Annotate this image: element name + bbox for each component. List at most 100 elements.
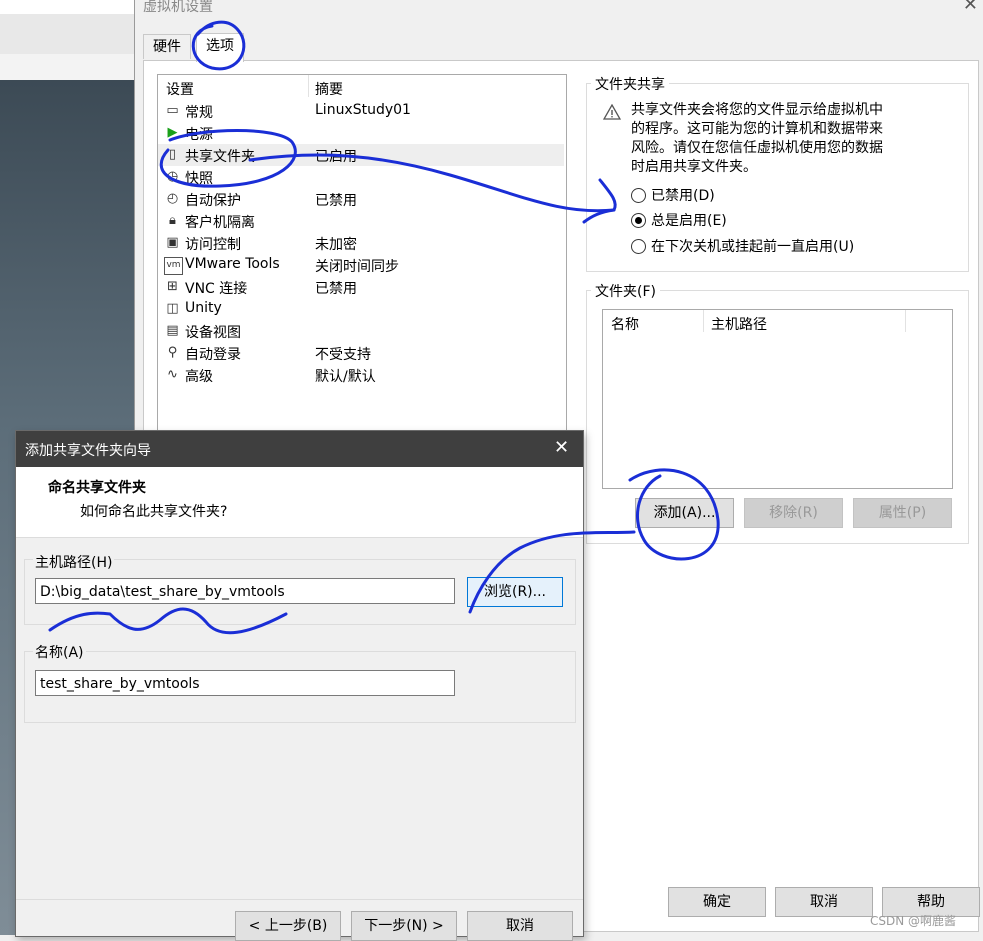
settings-row[interactable]: ◫ Unity bbox=[158, 298, 564, 320]
settings-row[interactable]: ◴ 自动保护 已禁用 bbox=[158, 188, 564, 210]
radio-button-checked[interactable] bbox=[631, 213, 646, 228]
settings-row[interactable]: ▭ 常规 LinuxStudy01 bbox=[158, 100, 564, 122]
unity-icon: ◫ bbox=[166, 301, 179, 316]
folder-sharing-title: 文件夹共享 bbox=[591, 74, 669, 94]
warning-text-line: 的程序。这可能为您的计算机和数据带来 bbox=[631, 121, 883, 137]
warning-text-line: 时启用共享文件夹。 bbox=[631, 159, 757, 175]
shared-folder-icon: ▯ bbox=[168, 147, 177, 162]
settings-item-summary: 已禁用 bbox=[315, 281, 357, 297]
settings-row[interactable]: vm VMware Tools 关闭时间同步 bbox=[158, 254, 564, 276]
settings-item-name: 电源 bbox=[185, 127, 213, 143]
autoprotect-icon: ◴ bbox=[166, 191, 179, 206]
column-divider bbox=[703, 310, 704, 332]
wizard-subheading: 如何命名此共享文件夹? bbox=[80, 504, 228, 520]
column-header-host-path[interactable]: 主机路径 bbox=[711, 314, 767, 334]
settings-row[interactable]: ◷ 快照 bbox=[158, 166, 564, 188]
folders-table[interactable]: 名称 主机路径 bbox=[602, 309, 953, 489]
tab-options[interactable]: 选项 bbox=[196, 33, 244, 62]
settings-row[interactable]: 🔒︎ 客户机隔离 bbox=[158, 210, 564, 232]
wizard-heading: 命名共享文件夹 bbox=[48, 480, 146, 496]
close-icon[interactable]: ✕ bbox=[554, 437, 569, 458]
settings-item-name: 自动登录 bbox=[185, 347, 241, 363]
radio-button[interactable] bbox=[631, 239, 646, 254]
device-view-icon: ▤ bbox=[166, 323, 179, 338]
settings-item-summary: 默认/默认 bbox=[315, 369, 376, 385]
settings-item-name: 共享文件夹 bbox=[185, 149, 255, 165]
general-icon: ▭ bbox=[166, 103, 179, 118]
column-divider bbox=[905, 310, 906, 332]
settings-item-summary: 关闭时间同步 bbox=[315, 259, 399, 275]
settings-item-name: 客户机隔离 bbox=[185, 215, 255, 231]
tab-hardware[interactable]: 硬件 bbox=[143, 34, 191, 59]
settings-item-name: 常规 bbox=[185, 105, 213, 121]
divider bbox=[16, 899, 583, 900]
settings-row[interactable]: ⚲ 自动登录 不受支持 bbox=[158, 342, 564, 364]
column-divider bbox=[308, 75, 309, 97]
column-header-setting[interactable]: 设置 bbox=[166, 79, 194, 99]
column-header-summary[interactable]: 摘要 bbox=[315, 79, 343, 99]
settings-row[interactable]: ⊞ VNC 连接 已禁用 bbox=[158, 276, 564, 298]
background-topbar bbox=[0, 0, 134, 14]
host-path-label: 主机路径(H) bbox=[33, 552, 115, 572]
wizard-cancel-button[interactable]: 取消 bbox=[467, 911, 573, 941]
warning-text-line: 风险。请仅在您信任虚拟机使用您的数据 bbox=[631, 140, 883, 156]
name-group: 名称(A) test_share_by_vmtools bbox=[24, 642, 576, 723]
settings-row[interactable]: ▯ 共享文件夹 已启用 bbox=[158, 144, 564, 166]
warning-icon bbox=[602, 103, 622, 122]
dialog-title: 虚拟机设置 bbox=[143, 0, 213, 15]
folder-sharing-group: 文件夹共享 共享文件夹会将您的文件显示给虚拟机中 的程序。这可能为您的计算机和数… bbox=[586, 74, 969, 272]
vmware-tools-icon: vm bbox=[164, 257, 183, 275]
cancel-button[interactable]: 取消 bbox=[775, 887, 873, 917]
wizard-header: 命名共享文件夹 如何命名此共享文件夹? bbox=[16, 467, 583, 538]
settings-item-name: 快照 bbox=[185, 171, 213, 187]
settings-item-name: Unity bbox=[185, 300, 222, 316]
settings-item-summary: 已禁用 bbox=[315, 193, 357, 209]
remove-folder-button[interactable]: 移除(R) bbox=[744, 498, 843, 528]
warning-text-line: 共享文件夹会将您的文件显示给虚拟机中 bbox=[631, 102, 883, 118]
background-toolbar bbox=[0, 14, 134, 54]
settings-row[interactable]: ▤ 设备视图 bbox=[158, 320, 564, 342]
power-icon: ▶ bbox=[167, 125, 178, 140]
wizard-title: 添加共享文件夹向导 bbox=[25, 443, 151, 459]
close-icon[interactable]: ✕ bbox=[963, 0, 978, 15]
advanced-icon: ∿ bbox=[167, 367, 178, 382]
settings-item-name: VNC 连接 bbox=[185, 281, 248, 297]
vnc-icon: ⊞ bbox=[167, 279, 178, 294]
snapshot-icon: ◷ bbox=[166, 169, 179, 184]
folders-group: 文件夹(F) 名称 主机路径 添加(A)... 移除(R) 属性(P) bbox=[586, 281, 969, 544]
radio-label[interactable]: 总是启用(E) bbox=[651, 210, 727, 230]
radio-label[interactable]: 在下次关机或挂起前一直启用(U) bbox=[651, 236, 854, 256]
column-header-name[interactable]: 名称 bbox=[611, 314, 639, 334]
settings-item-name: VMware Tools bbox=[185, 256, 280, 272]
autologin-icon: ⚲ bbox=[167, 345, 178, 360]
settings-item-name: 设备视图 bbox=[185, 325, 241, 341]
settings-item-summary: 未加密 bbox=[315, 237, 357, 253]
settings-item-name: 高级 bbox=[185, 369, 213, 385]
settings-item-summary: 已启用 bbox=[315, 149, 357, 165]
settings-row[interactable]: ▣ 访问控制 未加密 bbox=[158, 232, 564, 254]
name-label: 名称(A) bbox=[33, 642, 86, 662]
add-folder-button[interactable]: 添加(A)... bbox=[635, 498, 734, 528]
add-shared-folder-wizard: 添加共享文件夹向导 ✕ 命名共享文件夹 如何命名此共享文件夹? 主机路径(H) … bbox=[15, 430, 584, 941]
back-button[interactable]: < 上一步(B) bbox=[235, 911, 341, 941]
folders-title: 文件夹(F) bbox=[591, 281, 660, 301]
settings-item-summary: LinuxStudy01 bbox=[315, 102, 411, 118]
wizard-titlebar: 添加共享文件夹向导 ✕ bbox=[16, 431, 583, 467]
next-button[interactable]: 下一步(N) > bbox=[351, 911, 457, 941]
name-input[interactable]: test_share_by_vmtools bbox=[35, 670, 455, 696]
access-control-icon: ▣ bbox=[166, 235, 179, 250]
browse-button[interactable]: 浏览(R)... bbox=[467, 577, 563, 607]
settings-item-name: 自动保护 bbox=[185, 193, 241, 209]
settings-item-name: 访问控制 bbox=[185, 237, 241, 253]
settings-item-summary: 不受支持 bbox=[315, 347, 371, 363]
host-path-input[interactable]: D:\big_data\test_share_by_vmtools bbox=[35, 578, 455, 604]
settings-row[interactable]: ∿ 高级 默认/默认 bbox=[158, 364, 564, 386]
host-path-group: 主机路径(H) D:\big_data\test_share_by_vmtool… bbox=[24, 552, 576, 625]
settings-row[interactable]: ▶ 电源 bbox=[158, 122, 564, 144]
ok-button[interactable]: 确定 bbox=[668, 887, 766, 917]
settings-list[interactable]: 设置 摘要 ▭ 常规 LinuxStudy01 ▶ 电源 ▯ 共享文件夹 已启用 ◷ 快照 ◴ 自动保… bbox=[157, 74, 567, 436]
lock-icon: 🔒︎ bbox=[169, 213, 176, 228]
folder-properties-button[interactable]: 属性(P) bbox=[853, 498, 952, 528]
radio-label[interactable]: 已禁用(D) bbox=[651, 185, 715, 205]
radio-button[interactable] bbox=[631, 188, 646, 203]
